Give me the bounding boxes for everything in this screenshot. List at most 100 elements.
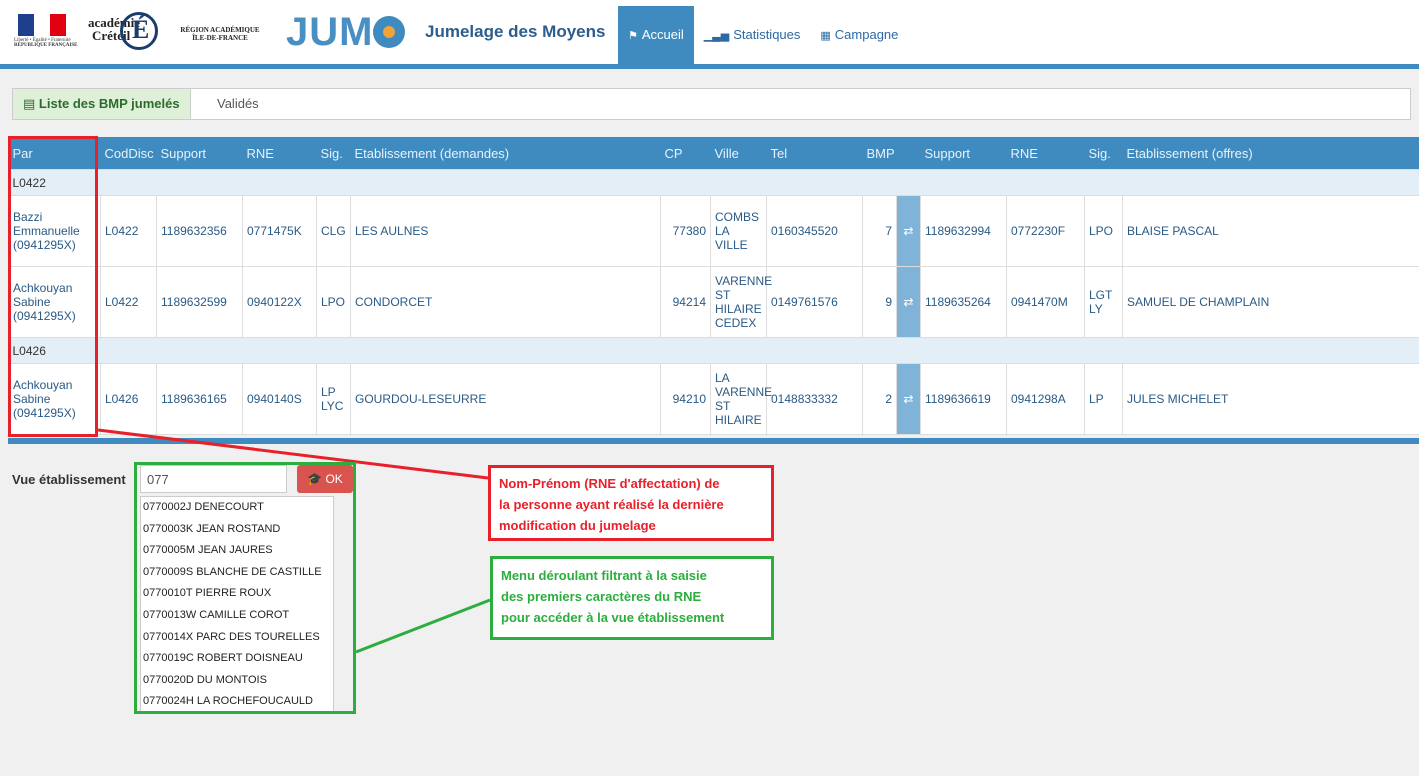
- table-footer-bar: [8, 438, 1419, 444]
- red-note-line: la personne ayant réalisé la dernière: [499, 497, 724, 512]
- cell-support: 1189636165: [156, 363, 243, 435]
- cell-sig: LP LYC: [316, 363, 351, 435]
- cell-coddisc: L0422: [100, 266, 157, 338]
- group-label: L0426: [8, 337, 1419, 364]
- cell-support-offres: 1189636619: [920, 363, 1007, 435]
- nav-accueil[interactable]: ⚑ Accueil: [618, 6, 694, 64]
- col-header-tel[interactable]: Tel: [766, 137, 863, 170]
- top-header: Liberté • Égalité • Fraternité RÉPUBLIQU…: [0, 0, 1419, 64]
- cell-tel: 0149761576: [766, 266, 863, 338]
- cell-rne-offres: 0772230F: [1006, 195, 1085, 267]
- nav-statistiques-label: Statistiques: [733, 27, 801, 42]
- ville-line: HILAIRE: [715, 413, 762, 427]
- cell-rne-offres: 0941470M: [1006, 266, 1085, 338]
- ville-line: LA: [715, 371, 730, 385]
- swap-icon[interactable]: ⇄: [896, 266, 921, 338]
- cell-cp: 94210: [660, 363, 711, 435]
- cell-sig-offres: LGT LY: [1084, 266, 1123, 338]
- cell-ville: COMBS LA VILLE: [710, 195, 767, 267]
- logo-academie-letter: É: [132, 15, 150, 44]
- calendar-icon: ▦: [820, 30, 831, 42]
- col-header-rne-offres[interactable]: RNE: [1006, 137, 1085, 170]
- nav-statistiques[interactable]: ▁▃▅ Statistiques: [694, 6, 811, 64]
- cell-cp: 94214: [660, 266, 711, 338]
- main-nav: ⚑ Accueil ▁▃▅ Statistiques ▦ Campagne: [618, 6, 908, 64]
- col-header-bmp[interactable]: BMP: [862, 137, 897, 170]
- list-icon: ▤: [23, 96, 39, 111]
- cell-rne: 0940140S: [242, 363, 317, 435]
- ville-line: HILAIRE: [715, 302, 762, 316]
- green-annotation-note: Menu déroulant filtrant à la saisie des …: [490, 556, 774, 640]
- cell-sig: LPO: [316, 266, 351, 338]
- swap-icon[interactable]: ⇄: [896, 363, 921, 435]
- flag-icon: ⚑: [628, 30, 638, 42]
- cell-etab: GOURDOU-LESEURRE: [350, 363, 661, 435]
- cell-support-offres: 1189632994: [920, 195, 1007, 267]
- academie-creteil-logo: académie Créteil É: [88, 7, 168, 55]
- group-label: L0422: [8, 169, 1419, 196]
- red-annotation-note: Nom-Prénom (RNE d'affectation) de la per…: [488, 465, 774, 541]
- cell-ville: VARENNE ST HILAIRE CEDEX: [710, 266, 772, 338]
- tab-liste-bmp-jumeles[interactable]: ▤ Liste des BMP jumelés: [13, 89, 191, 119]
- table-header-row: Par CodDisc Support RNE Sig. Etablisseme…: [8, 137, 1419, 170]
- cell-rne: 0940122X: [242, 266, 317, 338]
- ville-line: VARENNE: [715, 385, 773, 399]
- green-note-line: Menu déroulant filtrant à la saisie: [501, 568, 707, 583]
- nav-accueil-label: Accueil: [641, 27, 684, 42]
- col-header-coddisc[interactable]: CodDisc: [100, 137, 157, 170]
- group-row: L0422: [8, 169, 1419, 196]
- green-note-line: des premiers caractères du RNE: [501, 589, 702, 604]
- col-header-swap: [896, 137, 921, 170]
- ville-line: ST: [715, 399, 731, 413]
- cell-etab: CONDORCET: [350, 266, 661, 338]
- green-highlight-box: [134, 462, 356, 714]
- col-header-rne[interactable]: RNE: [242, 137, 317, 170]
- col-header-cp[interactable]: CP: [660, 137, 711, 170]
- ville-line: COMBS: [715, 210, 760, 224]
- col-header-support[interactable]: Support: [156, 137, 243, 170]
- table-row[interactable]: Bazzi Emmanuelle (0941295X) L0422 11896323…: [8, 195, 1419, 267]
- french-flag-icon: [18, 14, 66, 36]
- republique-francaise-logo: Liberté • Égalité • Fraternité RÉPUBLIQU…: [14, 14, 80, 50]
- nav-campagne[interactable]: ▦ Campagne: [810, 6, 908, 64]
- bmp-table-wrapper: Par CodDisc Support RNE Sig. Etablisseme…: [8, 137, 1419, 435]
- table-row[interactable]: Achkouyan Sabine (0941295X) L0426 11896361…: [8, 363, 1419, 435]
- cell-bmp: 7: [862, 195, 897, 267]
- col-header-etab-offres[interactable]: Etablissement (offres): [1122, 137, 1419, 170]
- col-header-etab-demandes[interactable]: Etablissement (demandes): [350, 137, 661, 170]
- col-header-ville[interactable]: Ville: [710, 137, 767, 170]
- cell-rne: 0771475K: [242, 195, 317, 267]
- table-row[interactable]: Achkouyan Sabine (0941295X) L0422 11896325…: [8, 266, 1419, 338]
- cell-coddisc: L0422: [100, 195, 157, 267]
- cell-tel: 0160345520: [766, 195, 863, 267]
- region-academique-logo: RÉGION ACADÉMIQUE ÎLE-DE-FRANCE: [172, 26, 268, 42]
- col-header-sig-offres[interactable]: Sig.: [1084, 137, 1123, 170]
- cell-sig-offres: LPO: [1084, 195, 1123, 267]
- cell-etab: LES AULNES: [350, 195, 661, 267]
- cell-etab-offres: BLAISE PASCAL: [1122, 195, 1419, 267]
- col-header-support-offres[interactable]: Support: [920, 137, 1007, 170]
- cell-cp: 77380: [660, 195, 711, 267]
- cell-support: 1189632599: [156, 266, 243, 338]
- bar-chart-icon: ▁▃▅: [703, 30, 730, 42]
- jumo-logo-o-icon: [373, 16, 406, 48]
- col-header-sig[interactable]: Sig.: [316, 137, 351, 170]
- red-highlight-box: [8, 136, 98, 437]
- cell-tel: 0148833332: [766, 363, 863, 435]
- ville-line: ST: [715, 288, 731, 302]
- red-note-line: Nom-Prénom (RNE d'affectation) de: [499, 476, 720, 491]
- cell-etab-offres: SAMUEL DE CHAMPLAIN: [1122, 266, 1419, 338]
- logo-region-line2: ÎLE-DE-FRANCE: [192, 34, 248, 42]
- tab-liste-bmp-jumeles-label: Liste des BMP jumelés: [38, 96, 180, 111]
- ville-line: VARENNE: [715, 274, 773, 288]
- red-note-line: modification du jumelage: [499, 518, 656, 533]
- green-note-line: pour accéder à la vue établissement: [501, 610, 725, 625]
- cell-ville: LA VARENNE ST HILAIRE: [710, 363, 772, 435]
- green-connector-line: [355, 598, 491, 654]
- swap-icon[interactable]: ⇄: [896, 195, 921, 267]
- cell-bmp: 9: [862, 266, 897, 338]
- cell-coddisc: L0426: [100, 363, 157, 435]
- tab-valides[interactable]: Validés: [217, 89, 259, 119]
- vue-etablissement-label: Vue établissement: [12, 472, 126, 487]
- nav-campagne-label: Campagne: [834, 27, 899, 42]
